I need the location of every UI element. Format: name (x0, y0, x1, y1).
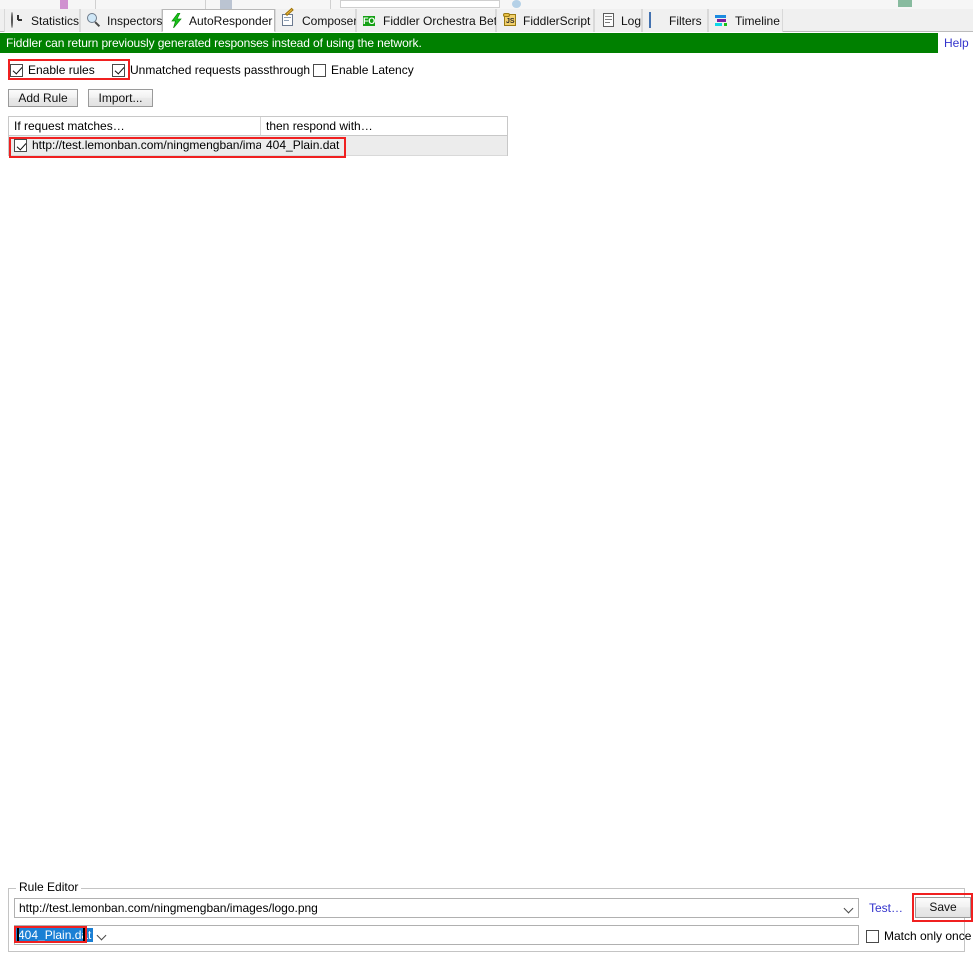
enable-rules-checkbox[interactable]: Enable rules (10, 61, 95, 79)
text-caret-end (83, 927, 85, 942)
tab-label: Statistics (31, 13, 80, 28)
chevron-down-icon[interactable] (93, 926, 112, 944)
tab-label: Filters (669, 13, 702, 28)
column-header-then-respond-with[interactable]: then respond with… (261, 117, 507, 135)
rule-match-combobox[interactable]: http://test.lemonban.com/ningmengban/ima… (14, 898, 859, 918)
toolbar-help-ghost-icon (512, 0, 521, 8)
rules-table[interactable]: If request matches… then respond with… h… (8, 116, 508, 156)
tab-filters[interactable]: Filters (642, 9, 708, 32)
js-scroll-icon: JS (503, 13, 518, 28)
compose-pencil-icon (282, 7, 297, 28)
lightning-bolt-icon (169, 13, 184, 28)
toolbar-separator (330, 0, 331, 9)
info-banner: Fiddler can return previously generated … (0, 33, 938, 53)
rules-table-empty-area[interactable] (8, 157, 508, 875)
rules-table-header: If request matches… then respond with… (9, 117, 507, 136)
tab-inspectors[interactable]: Inspectors (80, 9, 162, 32)
tab-label: AutoResponder (189, 13, 273, 28)
tab-label: Composer (302, 13, 358, 28)
checkbox-box[interactable] (866, 929, 879, 943)
enable-rules-label: Enable rules (28, 63, 95, 77)
tab-label: Timeline (735, 13, 780, 28)
table-row[interactable]: http://test.lemonban.com/ningmengban/ima… (9, 136, 507, 156)
toolbar-online-ghost-icon (898, 0, 912, 7)
toolbar-separator (95, 0, 96, 9)
checkbox-box[interactable] (313, 63, 326, 77)
tab-composer[interactable]: Composer (275, 7, 358, 32)
toolbar-textbox-ghost[interactable] (340, 0, 500, 8)
filter-square-icon (649, 12, 664, 28)
tab-label: Fiddler Orchestra Beta (383, 13, 504, 28)
test-link[interactable]: Test… (869, 901, 903, 915)
rule-match-text: http://test.lemonban.com/ningmengban/ima… (32, 138, 261, 152)
unmatched-requests-passthrough-checkbox[interactable]: Unmatched requests passthrough (112, 61, 310, 79)
match-only-once-checkbox[interactable]: Match only once (866, 927, 971, 945)
tab-label: Inspectors (107, 13, 163, 28)
main-tabstrip[interactable]: Statistics Inspectors AutoResponder Comp… (0, 7, 973, 32)
chevron-down-icon[interactable] (840, 899, 858, 917)
rule-editor-title: Rule Editor (16, 881, 82, 894)
rule-match-cell[interactable]: http://test.lemonban.com/ningmengban/ima… (9, 136, 261, 155)
tab-fiddler-orchestra[interactable]: FO Fiddler Orchestra Beta (356, 9, 504, 32)
timeline-bars-icon (715, 13, 730, 28)
toolbar-ghost-icon (60, 0, 68, 9)
rule-match-value[interactable]: http://test.lemonban.com/ningmengban/ima… (15, 901, 840, 915)
unmatched-requests-passthrough-label: Unmatched requests passthrough (130, 63, 311, 77)
checkbox-box[interactable] (112, 63, 125, 77)
rule-respond-value[interactable]: 404_Plain.dat (15, 928, 94, 942)
clock-icon (11, 12, 26, 28)
fo-badge-icon: FO (363, 16, 375, 26)
add-rule-button[interactable]: Add Rule (8, 89, 78, 107)
enable-latency-checkbox[interactable]: Enable Latency (313, 61, 414, 79)
match-only-once-label: Match only once (884, 929, 972, 943)
enable-latency-label: Enable Latency (331, 63, 414, 77)
magnifier-icon (87, 13, 102, 28)
rule-respond-cell[interactable]: 404_Plain.dat (261, 136, 507, 155)
tab-statistics[interactable]: Statistics (4, 9, 80, 32)
autoresponder-options-row: Enable rules Unmatched requests passthro… (0, 59, 973, 81)
column-header-if-request-matches[interactable]: If request matches… (9, 117, 261, 135)
tab-label: Log (621, 13, 642, 28)
toolbar-ghost-icon (220, 0, 232, 9)
rule-respond-combobox[interactable]: 404_Plain.dat (14, 925, 859, 945)
save-button[interactable]: Save (915, 897, 971, 918)
checkbox-box[interactable] (10, 63, 23, 77)
tab-timeline[interactable]: Timeline (708, 9, 783, 32)
import-button[interactable]: Import... (88, 89, 153, 107)
tab-autoresponder[interactable]: AutoResponder (162, 9, 275, 32)
tab-fiddlerscript[interactable]: JS FiddlerScript (496, 9, 594, 32)
toolbar-separator (205, 0, 206, 9)
rule-enabled-checkbox[interactable] (14, 139, 27, 152)
help-link[interactable]: Help (944, 36, 969, 50)
log-page-icon (601, 13, 616, 28)
tab-label: FiddlerScript (523, 13, 591, 28)
text-caret-start (17, 927, 19, 942)
tab-log[interactable]: Log (594, 9, 642, 32)
